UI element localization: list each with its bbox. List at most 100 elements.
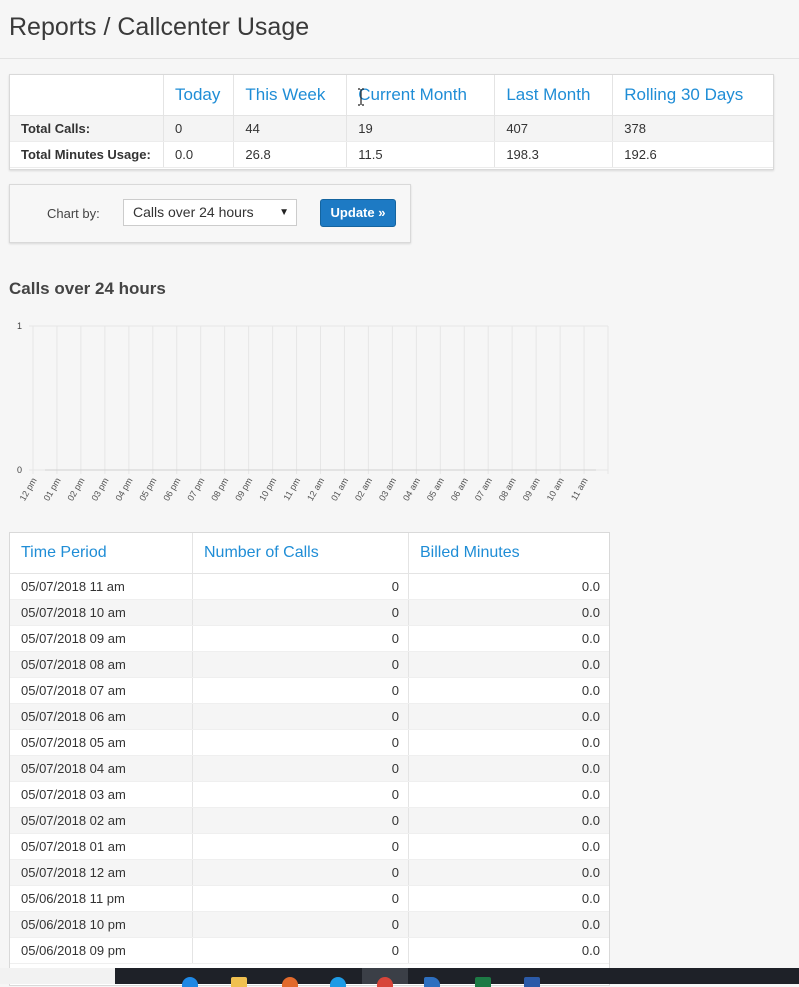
number-of-calls-cell: 0	[193, 626, 409, 652]
skype-icon[interactable]	[330, 977, 346, 987]
taskbar-search-box[interactable]	[0, 968, 115, 984]
summary-row-total-minutes: Total Minutes Usage: 0.0 26.8 11.5 198.3…	[10, 142, 773, 168]
col-number-of-calls[interactable]: Number of Calls	[193, 533, 409, 574]
time-period-cell: 05/07/2018 06 am	[10, 704, 193, 730]
calls-chart-svg: 1012 pm01 pm02 pm03 pm04 pm05 pm06 pm07 …	[0, 312, 620, 522]
time-period-cell: 05/06/2018 09 pm	[10, 938, 193, 964]
x-tick-label: 09 pm	[233, 476, 254, 503]
chrome-icon[interactable]	[377, 977, 393, 987]
time-period-cell: 05/07/2018 01 am	[10, 834, 193, 860]
time-period-cell: 05/07/2018 04 am	[10, 756, 193, 782]
table-row: 05/07/2018 06 am00.0	[10, 704, 609, 730]
x-tick-label: 03 am	[377, 476, 398, 503]
y-tick-label: 0	[17, 465, 22, 475]
x-tick-label: 05 pm	[137, 476, 158, 503]
table-row: 05/07/2018 04 am00.0	[10, 756, 609, 782]
x-tick-label: 09 am	[521, 476, 542, 503]
x-tick-label: 12 am	[305, 476, 326, 503]
summary-header-row: Today This Week Current Month Last Month…	[10, 75, 773, 116]
calls-chart: 1012 pm01 pm02 pm03 pm04 pm05 pm06 pm07 …	[0, 312, 620, 522]
edge-icon[interactable]	[182, 977, 198, 987]
x-tick-label: 07 am	[473, 476, 494, 503]
firefox-icon[interactable]	[282, 977, 298, 987]
table-row: 05/07/2018 01 am00.0	[10, 834, 609, 860]
table-row: 05/06/2018 10 pm00.0	[10, 912, 609, 938]
time-period-cell: 05/07/2018 12 am	[10, 860, 193, 886]
time-period-cell: 05/07/2018 02 am	[10, 808, 193, 834]
number-of-calls-cell: 0	[193, 652, 409, 678]
x-tick-label: 11 am	[569, 476, 590, 502]
chart-by-label: Chart by:	[47, 206, 100, 221]
table-row: 05/06/2018 11 pm00.0	[10, 886, 609, 912]
summary-col-current-month[interactable]: Current Month	[347, 75, 495, 116]
table-row: 05/07/2018 12 am00.0	[10, 860, 609, 886]
x-tick-label: 11 pm	[281, 476, 302, 502]
table-row: 05/07/2018 07 am00.0	[10, 678, 609, 704]
vscode-icon[interactable]	[424, 977, 440, 987]
x-tick-label: 04 am	[401, 476, 422, 503]
number-of-calls-cell: 0	[193, 756, 409, 782]
summary-col-this-week[interactable]: This Week	[234, 75, 347, 116]
summary-cell: 26.8	[234, 142, 347, 168]
summary-row-label: Total Minutes Usage:	[10, 142, 164, 168]
number-of-calls-cell: 0	[193, 678, 409, 704]
billed-minutes-cell: 0.0	[409, 886, 610, 912]
summary-col-today[interactable]: Today	[164, 75, 234, 116]
billed-minutes-cell: 0.0	[409, 756, 610, 782]
usage-summary-table: Today This Week Current Month Last Month…	[9, 74, 774, 170]
chart-by-form: Chart by: Calls over 24 hours ▼ Update »	[9, 184, 411, 243]
x-tick-label: 08 pm	[209, 476, 230, 503]
table-row: 05/07/2018 11 am00.0	[10, 574, 609, 600]
billed-minutes-cell: 0.0	[409, 808, 610, 834]
billed-minutes-cell: 0.0	[409, 938, 610, 964]
summary-cell: 19	[347, 116, 495, 142]
x-tick-label: 01 pm	[42, 476, 63, 503]
x-tick-label: 10 pm	[257, 476, 278, 503]
summary-row-label: Total Calls:	[10, 116, 164, 142]
number-of-calls-cell: 0	[193, 912, 409, 938]
billed-minutes-cell: 0.0	[409, 730, 610, 756]
time-period-cell: 05/07/2018 10 am	[10, 600, 193, 626]
x-tick-label: 06 pm	[161, 476, 182, 503]
summary-col-last-month[interactable]: Last Month	[495, 75, 613, 116]
billed-minutes-cell: 0.0	[409, 782, 610, 808]
summary-cell: 378	[613, 116, 773, 142]
x-tick-label: 03 pm	[89, 476, 110, 503]
time-period-cell: 05/07/2018 11 am	[10, 574, 193, 600]
summary-cell: 0	[164, 116, 234, 142]
excel-icon[interactable]	[475, 977, 491, 987]
update-button[interactable]: Update »	[320, 199, 396, 227]
billed-minutes-cell: 0.0	[409, 626, 610, 652]
table-row: 05/07/2018 08 am00.0	[10, 652, 609, 678]
number-of-calls-cell: 0	[193, 860, 409, 886]
summary-col-rolling-30-days[interactable]: Rolling 30 Days	[613, 75, 773, 116]
billed-minutes-cell: 0.0	[409, 704, 610, 730]
word-icon[interactable]	[524, 977, 540, 987]
table-row: 05/07/2018 05 am00.0	[10, 730, 609, 756]
billed-minutes-cell: 0.0	[409, 678, 610, 704]
summary-cell: 198.3	[495, 142, 613, 168]
y-tick-label: 1	[17, 321, 22, 331]
chart-by-select[interactable]: Calls over 24 hours ▼	[123, 199, 297, 226]
table-row: 05/07/2018 03 am00.0	[10, 782, 609, 808]
summary-cell: 407	[495, 116, 613, 142]
number-of-calls-cell: 0	[193, 886, 409, 912]
time-period-cell: 05/07/2018 05 am	[10, 730, 193, 756]
data-header-row: Time Period Number of Calls Billed Minut…	[10, 533, 609, 574]
col-billed-minutes[interactable]: Billed Minutes	[409, 533, 610, 574]
time-period-cell: 05/07/2018 09 am	[10, 626, 193, 652]
summary-cell: 0.0	[164, 142, 234, 168]
table-row: 05/07/2018 02 am00.0	[10, 808, 609, 834]
text-cursor-icon	[357, 88, 365, 106]
time-period-cell: 05/07/2018 08 am	[10, 652, 193, 678]
billed-minutes-cell: 0.0	[409, 652, 610, 678]
time-period-cell: 05/06/2018 10 pm	[10, 912, 193, 938]
col-time-period[interactable]: Time Period	[10, 533, 193, 574]
x-tick-label: 02 am	[353, 476, 374, 503]
calls-data-table: Time Period Number of Calls Billed Minut…	[9, 532, 610, 986]
number-of-calls-cell: 0	[193, 704, 409, 730]
folder-icon[interactable]	[231, 977, 247, 987]
time-period-cell: 05/06/2018 11 pm	[10, 886, 193, 912]
x-tick-label: 08 am	[497, 476, 518, 503]
time-period-cell: 05/07/2018 07 am	[10, 678, 193, 704]
